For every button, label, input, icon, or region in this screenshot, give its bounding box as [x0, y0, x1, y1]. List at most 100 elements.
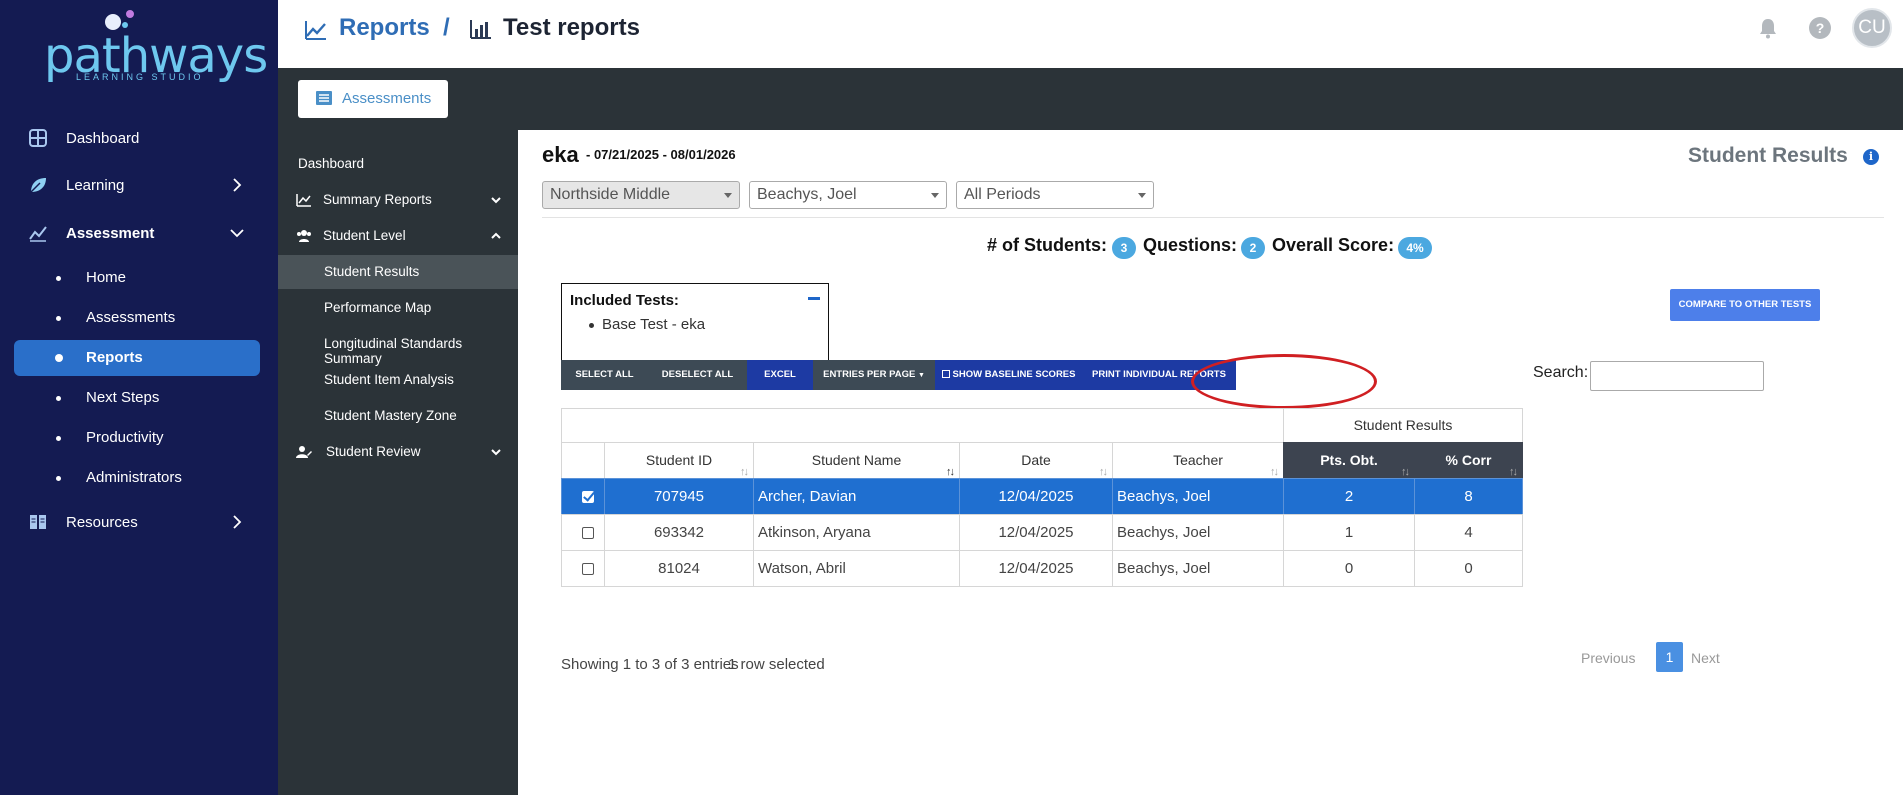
nav-sub-assessments[interactable]: Assessments — [14, 300, 260, 336]
menu-summary-reports[interactable]: Summary Reports — [278, 183, 518, 217]
group-header-student-results: Student Results — [1283, 408, 1523, 443]
dropdown-arrow-icon — [931, 193, 939, 198]
cell-pts-obt: 0 — [1283, 550, 1415, 587]
nav-sub-home[interactable]: Home — [14, 260, 260, 296]
nav-assessment[interactable]: Assessment — [14, 215, 260, 251]
chevron-up-icon — [491, 232, 501, 239]
column-header-teacher[interactable]: Teacher ↑↓ — [1112, 442, 1284, 479]
menu-student-level[interactable]: Student Level — [278, 219, 518, 253]
period-select[interactable]: All Periods — [956, 181, 1154, 209]
main-content: eka - 07/21/2025 - 08/01/2026 Student Re… — [518, 130, 1903, 795]
students-count-badge: 3 — [1112, 237, 1136, 259]
cell-student-name: Archer, Davian — [753, 478, 960, 515]
breadcrumb-separator: / — [443, 14, 450, 41]
dashboard-grid-icon — [29, 129, 47, 147]
school-select[interactable]: Northside Middle — [542, 181, 740, 209]
excel-button[interactable]: EXCEL — [747, 360, 813, 390]
select-all-button[interactable]: SELECT ALL — [561, 360, 648, 390]
nav-assessment-label: Assessment — [66, 224, 155, 242]
row-checkbox[interactable] — [582, 563, 594, 575]
questions-count-badge: 2 — [1241, 237, 1265, 259]
assessments-button[interactable]: Assessments — [298, 80, 448, 118]
assessments-button-label: Assessments — [342, 90, 432, 107]
column-header-student-name[interactable]: Student Name ↑↓ — [753, 442, 960, 479]
nav-sub-next-steps[interactable]: Next Steps — [14, 380, 260, 416]
cell-teacher: Beachys, Joel — [1112, 550, 1284, 587]
user-edit-icon — [296, 446, 312, 458]
row-checkbox[interactable] — [582, 527, 594, 539]
row-checkbox[interactable] — [582, 491, 594, 503]
menu-performance-map[interactable]: Performance Map — [278, 291, 518, 325]
chart-line-icon — [305, 21, 326, 40]
chevron-down-icon — [491, 197, 501, 204]
cell-student-name: Atkinson, Aryana — [753, 514, 960, 551]
cell-pct-corr: 4 — [1414, 514, 1523, 551]
select-column-header — [561, 442, 605, 479]
reports-side-menu: Dashboard Summary Reports Student Level … — [278, 130, 518, 795]
cell-teacher: Beachys, Joel — [1112, 478, 1284, 515]
included-tests-title: Included Tests: — [570, 292, 679, 309]
nav-resources[interactable]: Resources — [14, 504, 260, 540]
pagination-page-1[interactable]: 1 — [1656, 642, 1683, 672]
cell-student-name: Watson, Abril — [753, 550, 960, 587]
row-select-cell[interactable] — [561, 514, 605, 551]
nav-dashboard[interactable]: Dashboard — [14, 120, 260, 156]
chevron-right-icon — [233, 515, 242, 529]
nav-sub-productivity[interactable]: Productivity — [14, 420, 260, 456]
nav-dashboard-label: Dashboard — [66, 129, 140, 147]
bell-icon[interactable] — [1756, 16, 1780, 40]
teacher-select[interactable]: Beachys, Joel — [749, 181, 947, 209]
cell-pct-corr: 8 — [1414, 478, 1523, 515]
row-select-cell[interactable] — [561, 550, 605, 587]
info-icon[interactable]: i — [1863, 149, 1879, 165]
menu-dashboard[interactable]: Dashboard — [278, 147, 518, 181]
cell-student-id: 81024 — [604, 550, 754, 587]
nav-learning[interactable]: Learning — [14, 167, 260, 203]
left-nav: pathways LEARNING STUDIO Dashboard Learn… — [0, 0, 278, 795]
overall-score-badge: 4% — [1398, 237, 1432, 259]
dropdown-arrow-icon — [1138, 193, 1146, 198]
pathways-logo[interactable]: pathways LEARNING STUDIO — [38, 8, 268, 84]
nav-sub-administrators[interactable]: Administrators — [14, 460, 260, 496]
nav-resources-label: Resources — [66, 513, 138, 531]
column-header-pts-obt[interactable]: Pts. Obt. ↑↓ — [1283, 442, 1415, 479]
menu-student-item-analysis[interactable]: Student Item Analysis — [278, 363, 518, 397]
breadcrumb-reports[interactable]: Reports — [339, 14, 430, 42]
entries-per-page-button[interactable]: ENTRIES PER PAGE ▼ — [813, 360, 935, 390]
included-test-item: Base Test - eka — [602, 316, 706, 333]
menu-student-results[interactable]: Student Results — [278, 255, 518, 289]
cell-date: 12/04/2025 — [959, 478, 1113, 515]
pagination-previous[interactable]: Previous — [1581, 650, 1635, 666]
menu-student-mastery-zone[interactable]: Student Mastery Zone — [278, 399, 518, 433]
annotation-circle — [1191, 354, 1377, 409]
students-count-label: # of Students: — [987, 235, 1107, 255]
test-name: eka — [542, 142, 579, 167]
cell-pts-obt: 2 — [1283, 478, 1415, 515]
search-input[interactable] — [1590, 361, 1764, 391]
show-baseline-scores-button[interactable]: SHOW BASELINE SCORES — [935, 360, 1082, 390]
cell-date: 12/04/2025 — [959, 514, 1113, 551]
avatar[interactable]: CU — [1852, 8, 1892, 48]
collapse-icon[interactable] — [808, 297, 820, 300]
nav-sub-reports[interactable]: Reports — [14, 340, 260, 376]
row-select-cell[interactable] — [561, 478, 605, 515]
cell-pts-obt: 1 — [1283, 514, 1415, 551]
users-icon — [297, 230, 311, 242]
menu-student-review[interactable]: Student Review — [278, 435, 518, 469]
chevron-down-icon — [230, 229, 244, 238]
book-icon — [30, 515, 46, 529]
column-header-student-id[interactable]: Student ID ↑↓ — [604, 442, 754, 479]
column-header-pct-corr[interactable]: % Corr ↑↓ — [1414, 442, 1523, 479]
chart-line-icon — [29, 226, 47, 242]
help-icon[interactable]: ? — [1808, 16, 1832, 40]
included-tests-panel: Included Tests: Base Test - eka — [561, 283, 829, 367]
entries-info: Showing 1 to 3 of 3 entries — [561, 656, 739, 673]
deselect-all-button[interactable]: DESELECT ALL — [648, 360, 747, 390]
overall-score-label: Overall Score: — [1272, 235, 1395, 255]
section-title: Student Results — [1688, 144, 1848, 167]
column-header-date[interactable]: Date ↑↓ — [959, 442, 1113, 479]
menu-longitudinal-standards-summary[interactable]: Longitudinal Standards Summary — [278, 327, 518, 366]
pagination-next[interactable]: Next — [1691, 650, 1720, 666]
compare-to-other-tests-button[interactable]: COMPARE TO OTHER TESTS — [1670, 289, 1820, 321]
test-date-range: - 07/21/2025 - 08/01/2026 — [586, 147, 736, 162]
